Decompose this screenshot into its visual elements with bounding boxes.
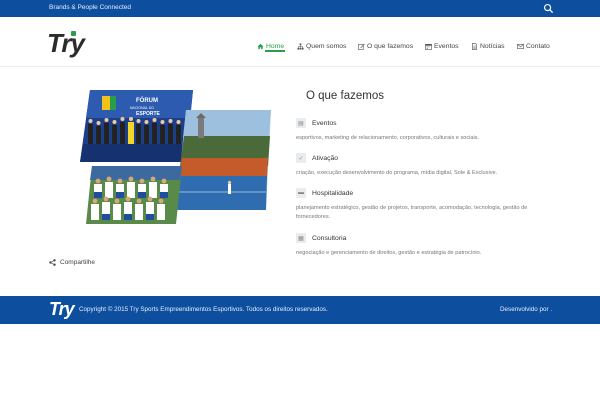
search-icon[interactable] (543, 3, 554, 14)
share-label: Compartilhe (60, 259, 96, 266)
nav-item-quem-somos[interactable]: Quem somos (297, 39, 346, 53)
svg-text:ESPORTE: ESPORTE (136, 111, 161, 117)
nav-item-home[interactable]: Home (257, 39, 285, 53)
active-underline (265, 50, 285, 52)
top-bar: Brands & People Connected (0, 0, 600, 17)
footer-logo[interactable]: Try (49, 299, 75, 320)
nav-label: O que fazemos (367, 42, 414, 50)
copyright-text: Copyright © 2015 Try Sports Empreendimen… (79, 306, 328, 313)
nav-item-noticias[interactable]: Notícias (471, 39, 505, 53)
share-button[interactable]: Compartilhe (49, 259, 95, 266)
nav-label: Contato (526, 42, 550, 50)
service-description: criação, execução desenvolvimento do pro… (296, 170, 498, 176)
share-icon (49, 259, 56, 266)
calendar-icon (425, 43, 432, 50)
nav-label: Home (266, 42, 285, 50)
kids-photo (86, 166, 182, 224)
check-icon: ✓ (296, 153, 306, 163)
bed-icon: ▬ (296, 188, 306, 198)
service-hospitalidade: ▬ Hospitalidade planejamento estratégico… (296, 187, 546, 222)
forum-photo: FÓRUM NACIONAL DO ESPORTE (80, 90, 193, 162)
forum-banner-text: FÓRUM (136, 96, 158, 104)
logo[interactable]: Try (47, 28, 85, 59)
sitemap-icon (297, 42, 304, 50)
photo-collage: FÓRUM NACIONAL DO ESPORTE (80, 90, 271, 224)
service-description: esportivos, marketing de relacionamento,… (296, 135, 480, 141)
nav-item-o-que-fazemos[interactable]: O que fazemos (358, 39, 413, 53)
svg-text:NACIONAL DO: NACIONAL DO (130, 106, 154, 110)
service-eventos: ▤ Eventos esportivos, marketing de relac… (296, 117, 546, 143)
service-title: Ativação (312, 154, 339, 162)
service-ativacao: ✓ Ativação criação, execução desenvolvim… (296, 152, 546, 178)
tagline: Brands & People Connected (49, 4, 132, 11)
envelope-icon (517, 43, 524, 49)
site-header: Try Home Quem somos O que fazemos Evento… (0, 17, 600, 67)
service-title: Hospitalidade (312, 189, 354, 197)
service-title: Consultoria (312, 234, 347, 242)
nav-item-eventos[interactable]: Eventos (425, 39, 459, 53)
home-icon (257, 43, 264, 49)
chart-icon: ▦ (296, 233, 306, 243)
nav-label: Quem somos (306, 42, 347, 50)
service-consultoria: ▦ Consultoria negociação e gerenciamento… (296, 232, 546, 258)
service-description: planejamento estratégico, gestão de proj… (296, 205, 528, 220)
document-icon (472, 42, 477, 50)
site-footer: Try Copyright © 2015 Try Sports Empreend… (0, 296, 600, 324)
edit-icon (358, 43, 365, 50)
table-icon: ▤ (296, 118, 306, 128)
nav-label: Notícias (480, 42, 505, 50)
developer-credit[interactable]: Desenvolvido por . (500, 306, 552, 313)
service-title: Eventos (312, 119, 337, 127)
logo-accent (71, 31, 76, 36)
nav-item-contato[interactable]: Contato (517, 39, 550, 53)
tennis-photo (176, 110, 271, 210)
service-description: negociação e gerenciamento de direitos, … (296, 250, 482, 256)
section-title: O que fazemos (306, 90, 384, 102)
nav-label: Eventos (434, 42, 459, 50)
